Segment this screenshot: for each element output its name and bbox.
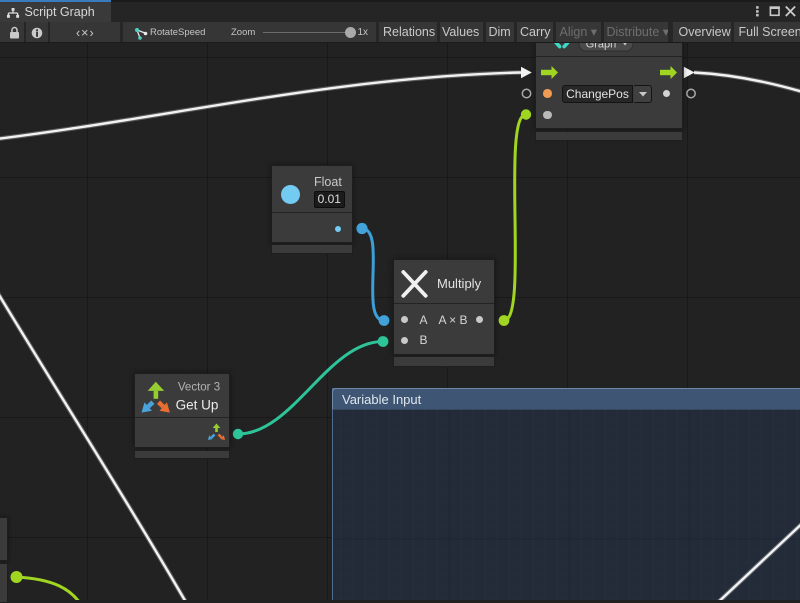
svg-text:Vector 3: Vector 3: [177, 381, 219, 393]
svg-text:Get Up: Get Up: [175, 397, 218, 412]
